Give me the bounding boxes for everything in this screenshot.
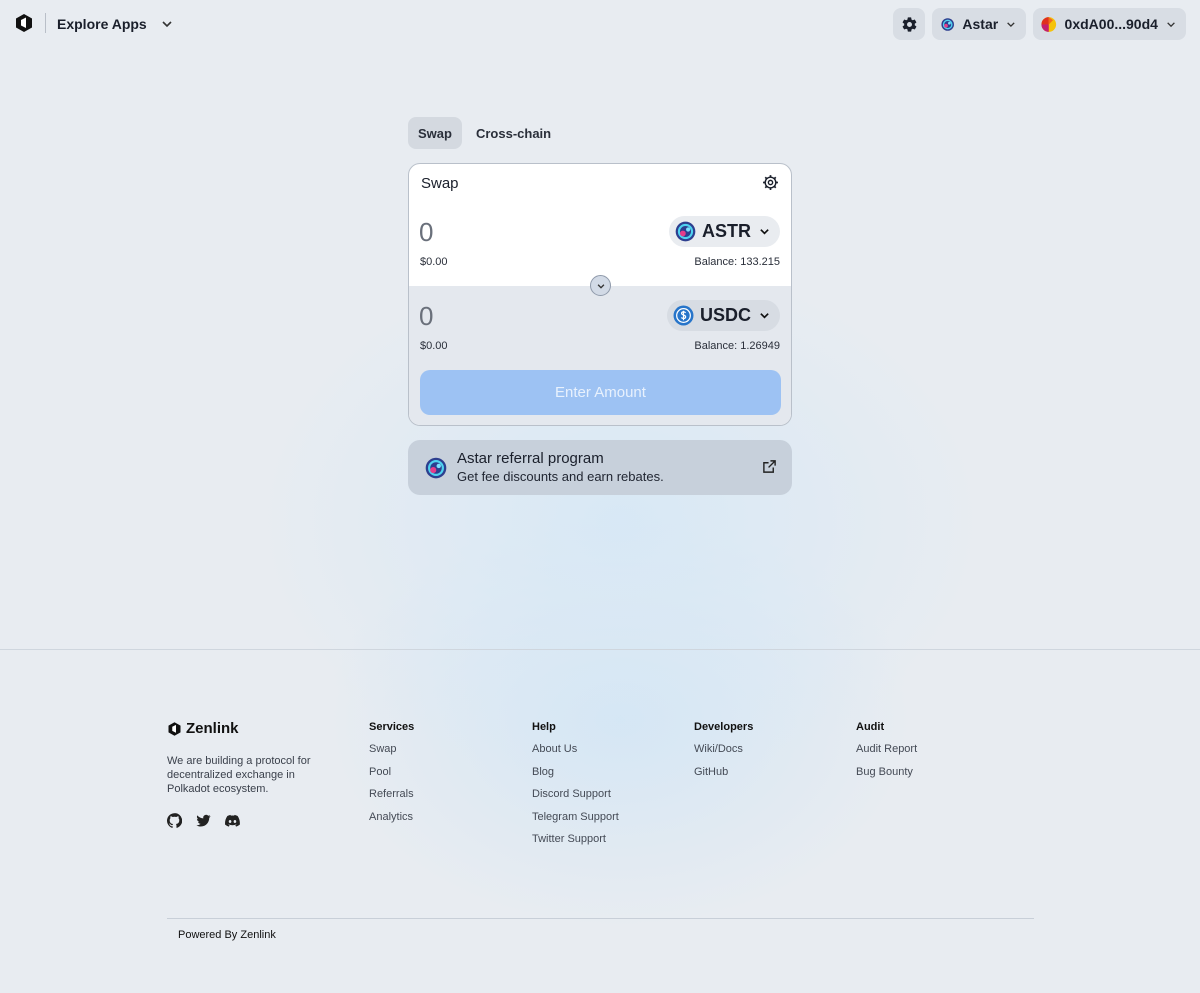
from-token-select[interactable]: ASTR — [669, 216, 780, 247]
social-links — [166, 813, 240, 828]
network-selector[interactable]: Astar — [932, 8, 1026, 40]
network-label: Astar — [962, 16, 999, 32]
usdc-icon — [673, 305, 694, 326]
swap-card: Swap ASTR $0.00 Balance: 133.215 — [408, 163, 792, 426]
flip-direction-button[interactable] — [590, 275, 611, 296]
discord-icon[interactable] — [225, 813, 240, 828]
footer-column-audit: Audit Audit Report Bug Bounty — [856, 721, 917, 788]
from-balance: Balance: 133.215 — [694, 256, 780, 268]
astar-icon — [425, 457, 447, 479]
explore-apps-menu[interactable]: Explore Apps — [57, 14, 173, 34]
footer-column-title: Developers — [694, 721, 754, 733]
zenlink-logo-icon[interactable] — [14, 13, 34, 33]
to-usd-value: $0.00 — [420, 340, 448, 352]
footer-link-wiki-docs[interactable]: Wiki/Docs — [694, 743, 753, 756]
chevron-down-icon — [597, 283, 604, 289]
enter-amount-button[interactable]: Enter Amount — [420, 370, 781, 415]
wallet-button[interactable]: 0xdA00...90d4 — [1033, 8, 1186, 40]
wallet-address: 0xdA00...90d4 — [1064, 16, 1158, 32]
footer-link-twitter-support[interactable]: Twitter Support — [532, 833, 619, 846]
footer-link-audit-report[interactable]: Audit Report — [856, 743, 917, 756]
footer-link-telegram-support[interactable]: Telegram Support — [532, 811, 619, 824]
footer-brand[interactable]: Zenlink — [167, 720, 239, 737]
powered-by-text: Powered By Zenlink — [178, 929, 276, 941]
from-token-symbol: ASTR — [702, 221, 751, 241]
chevron-down-icon — [760, 313, 769, 319]
chevron-down-icon — [1007, 21, 1015, 27]
footer-link-analytics[interactable]: Analytics — [369, 811, 414, 824]
footer-bottom-divider — [167, 918, 1034, 919]
footer-link-about-us[interactable]: About Us — [532, 743, 619, 756]
swap-settings-gear-icon[interactable] — [762, 174, 779, 191]
footer-description: We are building a protocol for decentral… — [167, 755, 311, 795]
footer-link-referrals[interactable]: Referrals — [369, 788, 414, 801]
gear-icon — [902, 16, 916, 32]
footer-link-swap[interactable]: Swap — [369, 743, 414, 756]
tab-swap[interactable]: Swap — [408, 117, 462, 149]
to-token-select[interactable]: USDC — [666, 300, 780, 331]
wallet-avatar-icon — [1041, 16, 1057, 32]
from-usd-value: $0.00 — [420, 256, 448, 268]
chevron-down-icon — [1167, 21, 1175, 27]
footer-link-pool[interactable]: Pool — [369, 766, 414, 779]
footer-link-github[interactable]: GitHub — [694, 766, 753, 779]
footer-column-services: Services Swap Pool Referrals Analytics — [369, 721, 414, 833]
footer-column-developers: Developers Wiki/Docs GitHub — [694, 721, 753, 788]
header-divider — [45, 13, 46, 33]
footer-link-discord-support[interactable]: Discord Support — [532, 788, 619, 801]
from-amount-input[interactable] — [419, 216, 619, 248]
footer-divider — [0, 649, 1200, 650]
github-icon[interactable] — [166, 813, 183, 828]
footer-column-title: Services — [369, 721, 415, 733]
settings-button[interactable] — [893, 8, 925, 40]
swap-card-title: Swap — [421, 175, 459, 192]
astar-icon — [941, 17, 954, 31]
swap-tabs: Swap Cross-chain — [408, 117, 561, 149]
footer-link-bug-bounty[interactable]: Bug Bounty — [856, 766, 917, 779]
footer-column-help: Help About Us Blog Discord Support Teleg… — [532, 721, 619, 856]
astar-icon — [675, 221, 696, 242]
top-header: Explore Apps Astar 0xdA00...90d4 — [0, 0, 1200, 48]
referral-title: Astar referral program — [457, 450, 604, 467]
footer-column-title: Help — [532, 721, 556, 733]
to-token-symbol: USDC — [699, 305, 751, 325]
footer-link-blog[interactable]: Blog — [532, 766, 619, 779]
explore-apps-label: Explore Apps — [57, 16, 147, 32]
footer-brand-name: Zenlink — [186, 720, 239, 737]
chevron-down-icon — [760, 229, 769, 235]
external-link-icon[interactable] — [762, 459, 777, 474]
zenlink-logo-icon — [168, 721, 181, 736]
to-amount-input[interactable] — [419, 300, 619, 332]
referral-banner[interactable]: Astar referral program Get fee discounts… — [408, 440, 792, 495]
tab-cross-chain[interactable]: Cross-chain — [466, 117, 561, 149]
chevron-down-icon — [162, 21, 172, 28]
referral-subtitle: Get fee discounts and earn rebates. — [457, 469, 664, 484]
twitter-icon[interactable] — [196, 813, 211, 828]
footer-column-title: Audit — [856, 721, 885, 733]
to-balance: Balance: 1.26949 — [694, 340, 780, 352]
